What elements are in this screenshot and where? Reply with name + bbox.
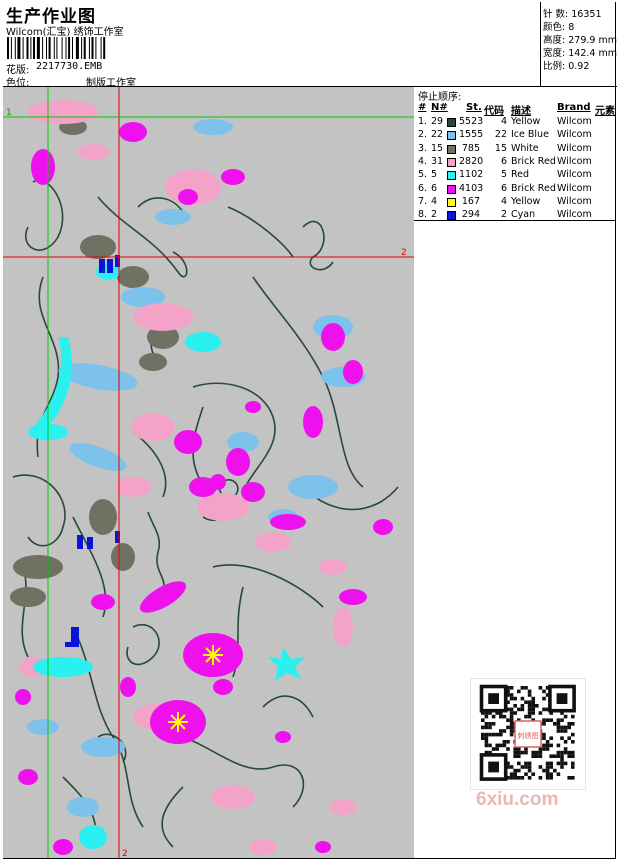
row-brand: Wilcom [557, 143, 592, 154]
row-desc: Yellow [511, 116, 541, 127]
row-code: 4 [500, 196, 507, 207]
stat-colors: 颜色: 8 [543, 22, 575, 33]
design-canvas[interactable]: 2 2 1 [3, 87, 414, 858]
row-brand: Wilcom [557, 196, 592, 207]
row-code: 6 [500, 156, 507, 167]
stat-scale: 比例: 0.92 [543, 61, 590, 72]
row-desc: Ice Blue [511, 129, 549, 140]
row-seq: 5. [418, 169, 428, 180]
row-brand: Wilcom [557, 183, 592, 194]
row-code: 4 [500, 116, 507, 127]
col-num: N# [431, 102, 448, 113]
row-seq: 4. [418, 156, 428, 167]
stop-sequence-title: 停止顺序: [418, 92, 462, 103]
row-num: 5 [431, 169, 438, 180]
row-desc: Yellow [511, 196, 541, 207]
row-stitches: 294 [461, 209, 480, 220]
watermark: 6xiu.com [476, 789, 559, 810]
col-code: 代码 [484, 106, 504, 117]
row-num: 31 [431, 156, 444, 167]
row-code: 22 [494, 129, 507, 140]
right-panel-border [615, 2, 616, 858]
row-desc: Red [511, 169, 530, 180]
row-num: 15 [431, 143, 444, 154]
col-desc: 描述 [511, 106, 531, 117]
row-seq: 3. [418, 143, 428, 154]
page-bottom-line [3, 858, 616, 859]
color-swatch [447, 118, 456, 127]
guide-h-label: 2 [401, 248, 407, 258]
row-desc: White [511, 143, 539, 154]
col-brand: Brand [557, 102, 591, 113]
col-seq: # [418, 102, 427, 113]
row-code: 5 [500, 169, 507, 180]
qr-code-icon: 刺绣图 [470, 678, 586, 790]
origin-label: 1 [6, 108, 12, 118]
row-seq: 1. [418, 116, 428, 127]
row-brand: Wilcom [557, 169, 592, 180]
cyan-shapes [28, 264, 305, 849]
stat-width: 宽度: 142.4 mm [543, 48, 617, 59]
col-stitches: St. [466, 102, 482, 113]
color-swatch [447, 131, 456, 140]
row-seq: 2. [418, 129, 428, 140]
col-element: 元素 [595, 106, 615, 117]
barcode-icon [7, 37, 106, 59]
row-brand: Wilcom [557, 209, 592, 220]
row-brand: Wilcom [557, 116, 592, 127]
row-brand: Wilcom [557, 129, 592, 140]
row-seq: 7. [418, 196, 428, 207]
row-stitches: 2820 [459, 156, 484, 167]
row-num: 6 [431, 183, 438, 194]
row-desc: Brick Red [511, 156, 556, 167]
table-bottom-line [414, 220, 616, 221]
guide-v-label: 2 [122, 849, 128, 858]
color-swatch [447, 185, 456, 194]
row-seq: 8. [418, 209, 428, 220]
row-desc: Brick Red [511, 183, 556, 194]
gray-leaves [10, 119, 179, 607]
row-num: 2 [431, 209, 438, 220]
row-stitches: 167 [461, 196, 480, 207]
row-desc: Cyan [511, 209, 536, 220]
studio-name: Wilcom(汇宝) 绣饰工作室 [6, 27, 124, 38]
cyan-star-flower [268, 647, 305, 681]
color-swatch [447, 171, 456, 180]
header-divider [540, 2, 541, 87]
row-stitches: 1102 [459, 169, 484, 180]
row-code: 6 [500, 183, 507, 194]
row-num: 4 [431, 196, 438, 207]
pattern-value: 2217730.EMB [36, 61, 103, 72]
row-stitches: 4103 [459, 183, 484, 194]
row-num: 22 [431, 129, 444, 140]
row-stitches: 5523 [459, 116, 484, 127]
color-swatch [447, 211, 456, 220]
embroidery-preview: 2 2 1 [3, 87, 414, 858]
stat-height: 高度: 279.9 mm [543, 35, 617, 46]
color-swatch [447, 158, 456, 167]
row-code: 2 [500, 209, 507, 220]
stat-stitches: 针 数: 16351 [543, 9, 602, 20]
row-code: 15 [494, 143, 507, 154]
row-stitches: 1555 [459, 129, 484, 140]
row-brand: Wilcom [557, 156, 592, 167]
row-num: 29 [431, 116, 444, 127]
row-stitches: 785 [461, 143, 480, 154]
color-swatch [447, 198, 456, 207]
row-seq: 6. [418, 183, 428, 194]
qr-badge-text: 刺绣图 [518, 731, 539, 740]
color-swatch [447, 145, 456, 154]
